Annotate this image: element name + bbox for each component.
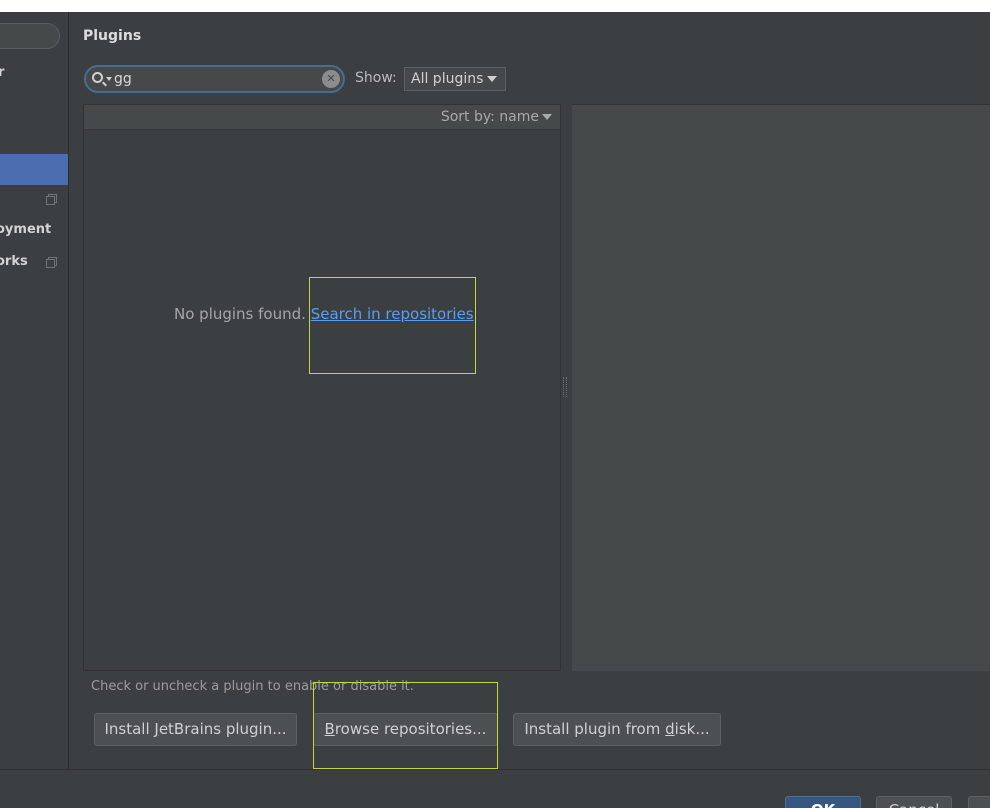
empty-state-message: No plugins found. Search in repositories	[174, 305, 474, 323]
chevron-down-icon	[542, 114, 552, 120]
plugin-list[interactable]: Sort by: name No plugins found. Search i…	[83, 104, 561, 671]
cancel-button[interactable]: Cancel	[876, 796, 952, 808]
project-scope-icon	[46, 196, 55, 205]
dialog-button-bar: OK Cancel	[0, 769, 990, 808]
clear-search-icon[interactable]: ✕	[322, 70, 340, 88]
search-icon[interactable]	[92, 72, 103, 83]
settings-search-field[interactable]	[0, 23, 60, 49]
sidebar-item-deployment[interactable]: oyment	[0, 222, 51, 237]
search-history-caret-icon[interactable]	[106, 77, 112, 81]
show-filter-value: All plugins	[411, 71, 484, 87]
sidebar-item-plugins[interactable]	[0, 154, 68, 185]
project-scope-icon	[46, 259, 55, 268]
sort-by-button[interactable]: Sort by: name	[441, 109, 552, 125]
install-jetbrains-plugin-button[interactable]: Install JetBrains plugin...	[94, 713, 297, 746]
sort-by-label: Sort by: name	[440, 109, 539, 125]
chevron-down-icon	[487, 76, 498, 82]
plugin-search-input[interactable]	[114, 69, 314, 89]
settings-sidebar: r oyment orks	[0, 12, 69, 769]
search-in-repositories-link[interactable]: Search in repositories	[311, 305, 474, 323]
sidebar-item-label: oyment	[0, 222, 52, 237]
plugin-search-field[interactable]: ✕	[84, 65, 345, 93]
sidebar-item-frameworks[interactable]: orks	[0, 254, 28, 269]
panel-splitter[interactable]	[563, 377, 567, 397]
sidebar-item-label: orks	[0, 254, 28, 269]
sort-header: Sort by: name	[84, 105, 560, 130]
plugin-details-panel	[572, 104, 990, 671]
ok-button[interactable]: OK	[785, 796, 861, 808]
sidebar-item-label: r	[0, 65, 4, 80]
show-label: Show:	[355, 70, 397, 86]
browse-repositories-button[interactable]: Browse repositories...	[313, 713, 498, 746]
no-plugins-text: No plugins found.	[174, 305, 306, 323]
install-plugin-from-disk-button[interactable]: Install plugin from disk...	[513, 713, 721, 746]
sidebar-item-editor[interactable]: r	[0, 65, 4, 80]
hint-text: Check or uncheck a plugin to enable or d…	[91, 679, 414, 694]
page-title: Plugins	[83, 28, 142, 44]
apply-button[interactable]	[968, 796, 990, 808]
show-filter-select[interactable]: All plugins	[404, 67, 506, 91]
window-top-edge	[0, 0, 990, 12]
